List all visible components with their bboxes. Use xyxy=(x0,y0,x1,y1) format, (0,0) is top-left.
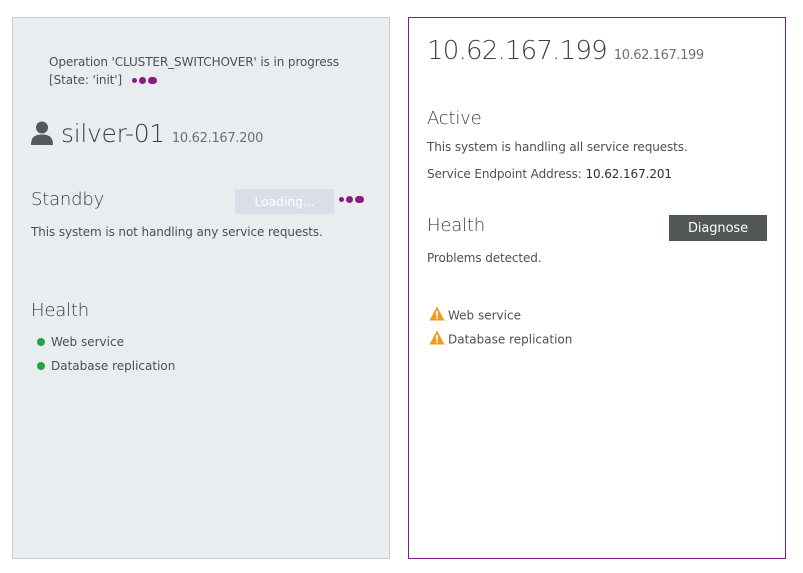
active-host-ip-large: 10.62.167.199 xyxy=(427,36,608,66)
endpoint-value: 10.62.167.201 xyxy=(585,167,672,181)
operation-status-text: Operation 'CLUSTER_SWITCHOVER' is in pro… xyxy=(49,55,339,69)
status-ok-icon xyxy=(37,337,45,346)
loading-spinner-icon xyxy=(339,196,364,203)
health-title: Health xyxy=(31,300,89,321)
host-ip: 10.62.167.200 xyxy=(171,131,264,146)
host-header: silver-01 10.62.167.200 xyxy=(31,118,263,148)
warning-icon xyxy=(429,330,445,348)
active-host-header: 10.62.167.199 10.62.167.199 xyxy=(427,36,704,66)
status-ok-icon xyxy=(37,361,45,370)
active-panel: 10.62.167.199 10.62.167.199 Active This … xyxy=(408,17,786,559)
diagnose-button[interactable]: Diagnose xyxy=(669,215,767,241)
health-item: Database replication xyxy=(37,359,175,373)
host-name: silver-01 xyxy=(61,119,165,148)
health-item: Web service xyxy=(429,306,521,325)
health-item-label: Web service xyxy=(51,335,124,349)
health-item-label: Database replication xyxy=(448,332,573,347)
health-item: Database replication xyxy=(429,330,573,349)
role-title: Standby xyxy=(31,189,105,210)
health-item-label: Database replication xyxy=(51,359,176,373)
role-description: This system is not handling any service … xyxy=(31,225,323,239)
health-summary: Problems detected. xyxy=(427,251,542,265)
health-title: Health xyxy=(427,215,485,236)
loading-button[interactable]: Loading... xyxy=(235,189,334,214)
user-icon xyxy=(31,121,53,145)
progress-spinner-icon xyxy=(132,76,158,84)
service-endpoint: Service Endpoint Address: 10.62.167.201 xyxy=(427,167,672,181)
standby-panel: Operation 'CLUSTER_SWITCHOVER' is in pro… xyxy=(12,17,390,559)
role-description: This system is handling all service requ… xyxy=(427,140,688,154)
endpoint-label: Service Endpoint Address: xyxy=(427,167,582,181)
health-item: Web service xyxy=(37,335,124,349)
warning-icon xyxy=(429,306,445,324)
operation-state: [State: 'init'] xyxy=(49,73,158,87)
health-item-label: Web service xyxy=(448,308,521,323)
active-host-ip-small: 10.62.167.199 xyxy=(613,48,704,63)
operation-state-text: [State: 'init'] xyxy=(49,73,123,87)
role-title: Active xyxy=(427,108,482,129)
